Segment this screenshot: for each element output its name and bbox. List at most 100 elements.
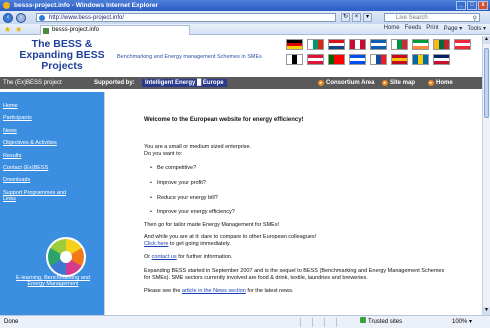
site-map-label: Site map	[390, 80, 416, 86]
page-menu[interactable]: Page ▾	[444, 25, 463, 32]
flag-icon	[391, 39, 408, 50]
web-page: The BESS & Expanding BESS Projects Bench…	[0, 36, 482, 315]
url-text: http://www.bess-project.info/	[49, 15, 125, 21]
arrow-bullet-icon: ▸	[318, 80, 324, 86]
ie-page-icon	[39, 15, 45, 21]
news-pre: Please see the	[144, 288, 182, 294]
vertical-scrollbar[interactable]: ▲ ▼	[482, 36, 490, 315]
arrow-bullet-icon: ▸	[428, 80, 434, 86]
feeds-tool-icon[interactable]: Feeds	[405, 25, 422, 32]
flag-icon	[454, 39, 471, 50]
status-segment	[324, 318, 334, 327]
back-button[interactable]: ‹	[3, 12, 13, 23]
trusted-sites-icon	[360, 317, 366, 323]
sidebar-nav: Home Participants News Objectives & Acti…	[0, 92, 104, 315]
flag-icon	[286, 54, 303, 65]
click-here-link[interactable]: Click here	[144, 241, 168, 247]
flag-icon	[328, 54, 345, 65]
intro-line-1: You are a small or medium sized enterpri…	[144, 144, 252, 150]
contact-us-link[interactable]: contact us	[152, 254, 177, 260]
site-map-link[interactable]: ▸ Site map	[382, 77, 415, 89]
flag-icon	[433, 54, 450, 65]
stop-icon[interactable]: ×	[352, 13, 361, 22]
sidebar-item-support[interactable]: Support Programmes and Links	[3, 190, 73, 202]
consortium-area-link[interactable]: ▸ Consortium Area	[318, 77, 374, 89]
close-button[interactable]: x	[478, 1, 488, 10]
site-header: The BESS & Expanding BESS Projects Bench…	[0, 36, 482, 74]
flag-icon	[328, 39, 345, 50]
sidebar-item-contact[interactable]: Contact (Ex)BESS	[3, 165, 48, 171]
status-bar: Done Trusted sites 100% ▾	[0, 315, 490, 328]
zoom-level[interactable]: 100% ▾	[452, 316, 472, 328]
security-zone-label: Trusted sites	[368, 319, 403, 325]
news-line: Please see the article in the News secti…	[144, 288, 294, 295]
contact-rest: for further information.	[176, 254, 233, 260]
maximize-button[interactable]: □	[467, 1, 477, 10]
tools-menu[interactable]: Tools ▾	[467, 25, 486, 32]
flag-icon	[391, 54, 408, 65]
flag-icon	[433, 39, 450, 50]
flag-icon	[412, 39, 429, 50]
compare-text: And while you are at it: dare to compare…	[144, 234, 317, 240]
intro-line-2: Do you want to:	[144, 151, 183, 157]
flag-icon	[349, 39, 366, 50]
tailor-text: Then go for tailor made Energy Managemen…	[144, 222, 280, 228]
top-navbar: The (Ex)BESS project Supported by: Intel…	[0, 77, 482, 89]
address-actions: ↻ × ▾	[341, 13, 375, 22]
scroll-thumb[interactable]	[484, 48, 489, 118]
sidebar-item-news[interactable]: News	[3, 128, 17, 134]
supported-by-label: Supported by:	[94, 80, 135, 86]
sidebar-item-results[interactable]: Results	[3, 153, 21, 159]
add-favorite-icon[interactable]: ★	[15, 25, 22, 34]
home-label: Home	[436, 80, 453, 86]
minimize-button[interactable]: _	[456, 1, 466, 10]
elearning-link[interactable]: E-learning, Benchmarking and Energy Mana…	[10, 275, 96, 287]
home-tool-icon[interactable]: Home	[384, 25, 400, 32]
scroll-up-icon[interactable]: ▲	[483, 36, 490, 44]
flag-icon	[307, 39, 324, 50]
list-item: Improve your profit?	[150, 180, 206, 187]
news-article-link[interactable]: article in the News section	[182, 288, 246, 294]
flag-icon	[349, 54, 366, 65]
forward-button[interactable]: ›	[16, 12, 26, 23]
elearning-wheel-image[interactable]	[46, 237, 86, 277]
dropdown-icon[interactable]: ▾	[363, 13, 372, 22]
print-tool-icon[interactable]: Print	[426, 25, 438, 32]
expanding-line-1: Expanding BESS started in September 2007…	[144, 268, 445, 274]
sidebar-item-objectives[interactable]: Objectives & Activities	[3, 140, 57, 146]
status-segment	[336, 318, 346, 327]
consortium-area-label: Consortium Area	[326, 80, 375, 86]
welcome-heading: Welcome to the European website for ener…	[144, 117, 304, 123]
sidebar-item-participants[interactable]: Participants	[3, 115, 32, 121]
favorites-star-icon[interactable]: ★	[4, 25, 11, 34]
scroll-down-icon[interactable]: ▼	[483, 307, 490, 315]
main-content: Welcome to the European website for ener…	[104, 92, 482, 315]
flag-icon	[307, 54, 324, 65]
flag-icon	[370, 54, 387, 65]
site-favicon-icon	[43, 28, 49, 34]
status-segment	[300, 318, 310, 327]
address-bar: ‹ › http://www.bess-project.info/ ↻ × ▾ …	[0, 11, 490, 24]
home-link[interactable]: ▸ Home	[428, 77, 453, 89]
site-logo[interactable]: The BESS & Expanding BESS Projects	[12, 39, 112, 72]
ie-window-icon	[3, 2, 10, 9]
sidebar-item-downloads[interactable]: Downloads	[3, 177, 30, 183]
contact-line: Or contact us for further information.	[144, 254, 232, 261]
search-placeholder: Live Search	[396, 15, 428, 21]
ie-command-bar: Home Feeds Print Page ▾ Tools ▾	[384, 25, 486, 32]
window-titlebar: besss-project.info - Windows Internet Ex…	[0, 0, 490, 11]
tab-besss-project[interactable]: besss-project.info	[40, 25, 190, 35]
security-zone[interactable]: Trusted sites	[360, 316, 402, 328]
url-field[interactable]: http://www.bess-project.info/	[36, 13, 336, 22]
sidebar-item-home[interactable]: Home	[3, 103, 18, 109]
news-post: for the latest news.	[245, 288, 294, 294]
search-icon[interactable]: ⚲	[473, 15, 477, 23]
search-input[interactable]: Live Search ⚲	[384, 13, 480, 22]
window-controls: _ □ x	[456, 1, 488, 10]
flag-icon	[412, 54, 429, 65]
arrow-bullet-icon: ▸	[382, 80, 388, 86]
refresh-icon[interactable]: ↻	[341, 13, 350, 22]
list-item: Reduce your energy bill?	[150, 195, 218, 202]
status-text: Done	[4, 319, 19, 325]
intelligent-energy-logo[interactable]: Intelligent Energy █ Europe	[142, 79, 227, 87]
